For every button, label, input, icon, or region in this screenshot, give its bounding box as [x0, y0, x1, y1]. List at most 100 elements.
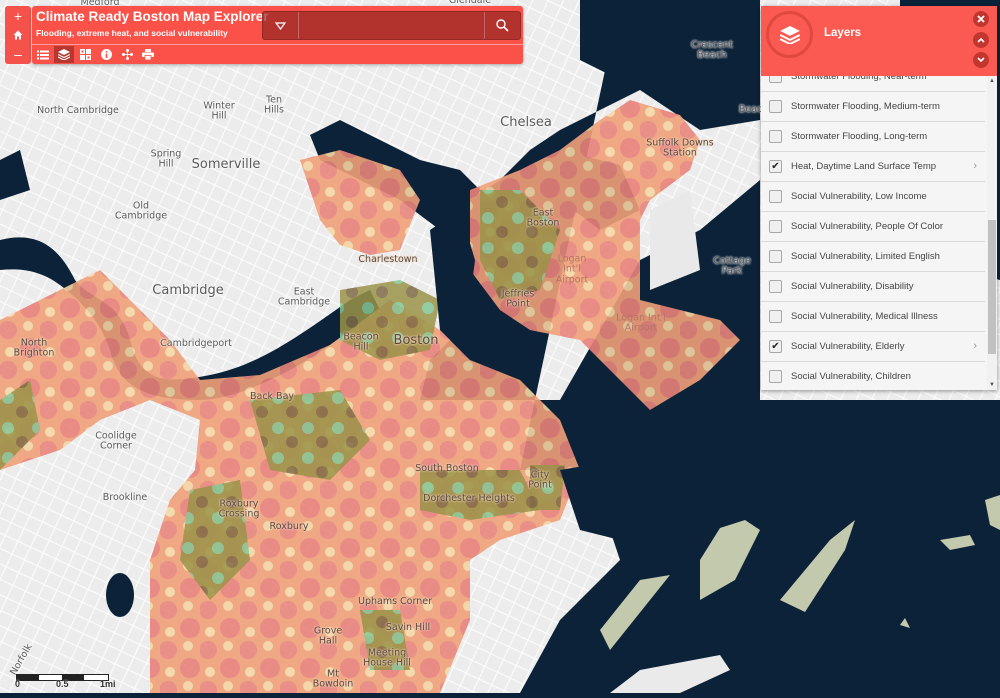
layer-checkbox[interactable]: [769, 370, 782, 383]
chevron-right-icon[interactable]: ›: [973, 340, 977, 352]
close-button[interactable]: [973, 11, 989, 27]
layer-label: Social Vulnerability, Low Income: [791, 191, 927, 202]
layer-list-scrollbar[interactable]: ▲ ▼: [987, 76, 997, 390]
place-label: Grove Hall: [313, 625, 343, 647]
place-label: Somerville: [191, 156, 261, 172]
layer-item[interactable]: ✔ Heat, Daytime Land Surface Temp ›: [761, 152, 985, 182]
share-icon: [121, 49, 133, 60]
place-label: Logan Int'l Airport: [616, 312, 666, 334]
search-box: [262, 11, 521, 40]
place-label: City Point: [528, 469, 552, 491]
home-icon: [13, 30, 23, 39]
place-label: East Boston: [526, 207, 560, 229]
place-label: Jeffries Point: [501, 288, 535, 310]
header-divider: [32, 44, 523, 45]
place-label: Charlestown: [358, 253, 418, 265]
zoom-out-button[interactable]: –: [5, 44, 31, 63]
layers-icon: [779, 25, 800, 44]
info-icon: [100, 49, 112, 60]
layers-panel-title: Layers: [824, 27, 862, 39]
search-icon: [496, 19, 509, 32]
place-label: Cottage Park: [713, 255, 751, 277]
place-label: Cambridge: [152, 282, 224, 298]
layer-item[interactable]: Stormwater Flooding, Long-term: [761, 122, 985, 152]
place-label: Coolidge Corner: [95, 430, 137, 452]
layers-panel: Layers Stormwater Flooding, Near-term Sto…: [761, 6, 997, 390]
layer-item[interactable]: Social Vulnerability, People Of Color: [761, 212, 985, 242]
home-button[interactable]: [5, 25, 31, 44]
zoom-in-button[interactable]: +: [5, 6, 31, 25]
plus-icon: +: [13, 7, 23, 24]
place-label: Boston: [393, 332, 439, 348]
share-button[interactable]: [117, 46, 137, 63]
layers-panel-header: Layers: [761, 6, 997, 76]
legend-button[interactable]: [33, 46, 53, 63]
scale-label-half: 0.5: [56, 679, 69, 689]
place-label: Meeting House Hill: [363, 647, 411, 669]
scale-label-0: 0: [15, 679, 21, 689]
layer-item[interactable]: Social Vulnerability, Children: [761, 362, 985, 390]
layer-label: Heat, Daytime Land Surface Temp: [791, 161, 937, 172]
triangle-down-icon: [275, 21, 286, 30]
place-label: Crescent Beach: [691, 39, 733, 61]
layer-checkbox[interactable]: [769, 310, 782, 323]
grid-icon: [79, 49, 91, 60]
layer-checkbox[interactable]: ✔: [769, 160, 782, 173]
layers-button[interactable]: [54, 46, 74, 63]
place-label: Mt Bowdoin: [312, 668, 354, 690]
search-source-dropdown[interactable]: [263, 12, 299, 39]
place-label: Logan Int'l Airport: [555, 253, 589, 286]
minus-icon: –: [14, 45, 22, 62]
layer-item[interactable]: Stormwater Flooding, Medium-term: [761, 92, 985, 122]
place-label: North Cambridge: [37, 104, 119, 116]
chevron-right-icon[interactable]: ›: [973, 160, 977, 172]
search-input[interactable]: [299, 12, 483, 39]
search-button[interactable]: [484, 12, 520, 39]
place-label: Winter Hill: [203, 100, 235, 122]
place-label: Uphams Corner: [357, 595, 433, 607]
layer-checkbox[interactable]: ✔: [769, 340, 782, 353]
place-label: Suffolk Downs Station: [646, 137, 714, 159]
layer-checkbox[interactable]: [769, 280, 782, 293]
basemap-gallery-button[interactable]: [75, 46, 95, 63]
expand-button[interactable]: [973, 52, 989, 68]
layer-checkbox[interactable]: [769, 130, 782, 143]
layer-item[interactable]: Social Vulnerability, Low Income: [761, 182, 985, 212]
scrollbar-thumb[interactable]: [988, 220, 996, 354]
layer-item[interactable]: ✔ Social Vulnerability, Elderly ›: [761, 332, 985, 362]
layer-label: Social Vulnerability, Elderly: [791, 341, 905, 352]
layer-label: Stormwater Flooding, Medium-term: [791, 101, 940, 112]
place-label: Savin Hill: [385, 621, 431, 633]
layer-checkbox[interactable]: [769, 190, 782, 203]
place-label: Chelsea: [500, 114, 552, 130]
place-label: Roxbury Crossing: [218, 498, 260, 520]
close-icon: [977, 15, 985, 23]
place-label: Cambridgeport: [160, 337, 232, 349]
place-label: Brookline: [102, 491, 148, 503]
place-label: Old Cambridge: [114, 200, 168, 222]
about-button[interactable]: [96, 46, 116, 63]
place-label: Roxbury: [269, 520, 309, 532]
place-label: Dorchester Heights: [423, 492, 515, 504]
place-label: Back Bay: [249, 390, 295, 402]
scroll-up-arrow-icon[interactable]: ▲: [989, 78, 995, 84]
layer-label: Social Vulnerability, Children: [791, 371, 911, 382]
app-subtitle: Flooding, extreme heat, and social vulne…: [36, 28, 228, 38]
layer-checkbox[interactable]: [769, 220, 782, 233]
layer-checkbox[interactable]: [769, 250, 782, 263]
layer-label: Social Vulnerability, Limited English: [791, 251, 940, 262]
toolbar: [32, 46, 158, 64]
print-icon: [142, 49, 154, 60]
layer-checkbox[interactable]: [769, 100, 782, 113]
collapse-button[interactable]: [973, 32, 989, 48]
app-title: Climate Ready Boston Map Explorer: [36, 9, 269, 24]
zoom-control: + –: [5, 6, 31, 64]
layers-badge: [766, 11, 813, 58]
chevron-up-icon: [977, 37, 985, 43]
layer-item[interactable]: Social Vulnerability, Limited English: [761, 242, 985, 272]
layer-label: Social Vulnerability, People Of Color: [791, 221, 944, 232]
layer-item[interactable]: Social Vulnerability, Medical Illness: [761, 302, 985, 332]
print-button[interactable]: [138, 46, 158, 63]
scroll-down-arrow-icon[interactable]: ▼: [989, 382, 995, 388]
layer-item[interactable]: Social Vulnerability, Disability: [761, 272, 985, 302]
